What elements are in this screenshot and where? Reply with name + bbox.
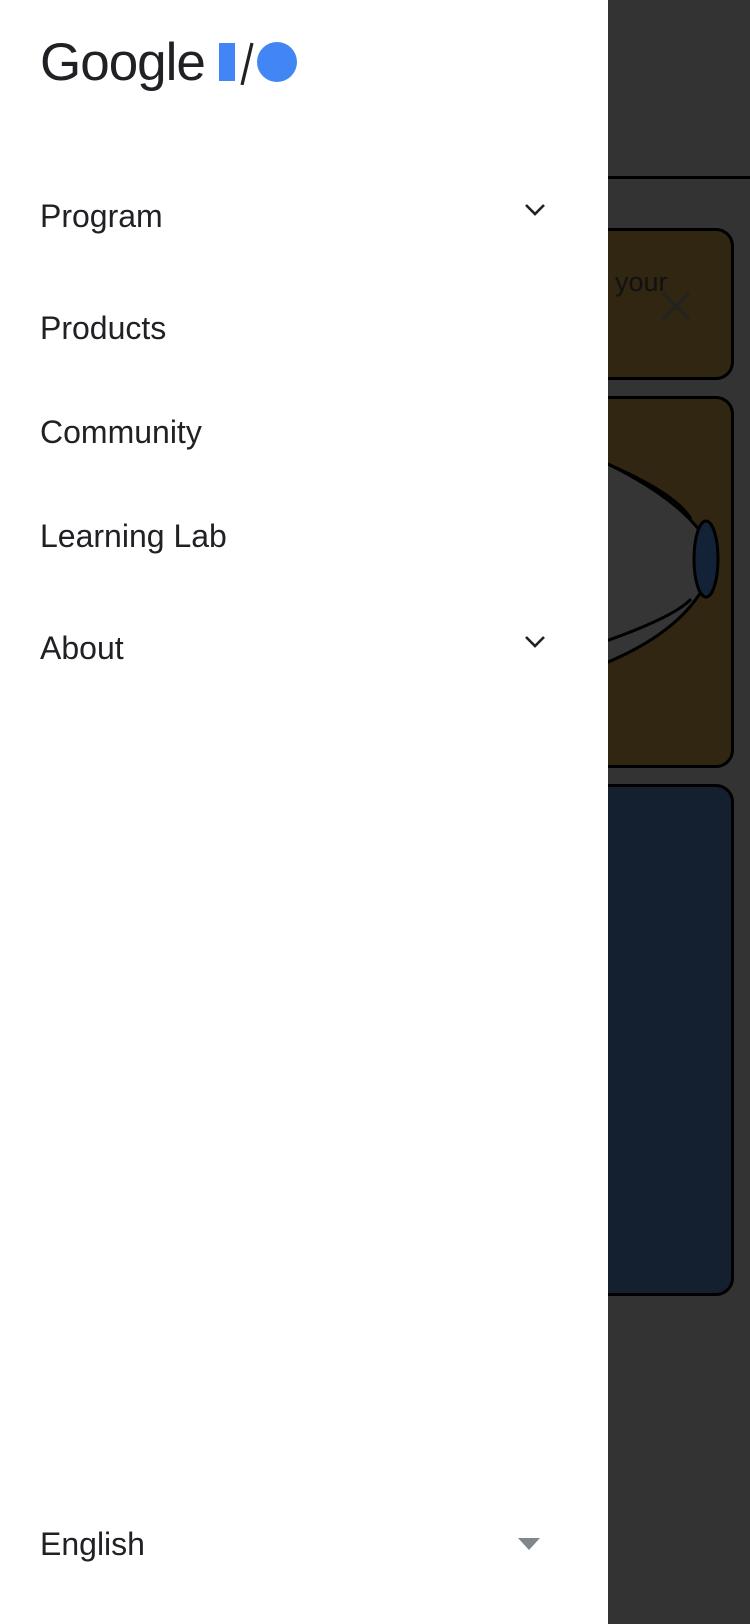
logo-wordmark: Google <box>40 33 206 92</box>
close-icon[interactable] <box>659 289 693 323</box>
nav-item-community[interactable]: Community <box>40 402 560 462</box>
nav-item-label: About <box>40 629 124 666</box>
chevron-down-icon[interactable] <box>522 196 548 222</box>
chevron-down-icon[interactable] <box>522 628 548 654</box>
nav-item-about[interactable]: About <box>40 618 560 678</box>
google-io-logo[interactable]: Google <box>40 36 299 89</box>
nav-item-products[interactable]: Products <box>40 298 560 358</box>
header-divider <box>600 176 750 179</box>
navigation-drawer: Google Program Products Community Learni… <box>0 0 608 1624</box>
nav-item-label: Products <box>40 309 167 346</box>
nav-item-learning-lab[interactable]: Learning Lab <box>40 506 560 566</box>
nav-item-label: Program <box>40 197 163 234</box>
nav-item-program[interactable]: Program <box>40 186 560 246</box>
io-logo-icon <box>218 41 297 85</box>
language-select[interactable]: English <box>40 1514 550 1574</box>
nav-item-label: Community <box>40 413 202 450</box>
language-selected-value: English <box>40 1525 145 1562</box>
caret-down-icon <box>518 1538 540 1550</box>
nav-item-label: Learning Lab <box>40 517 227 554</box>
